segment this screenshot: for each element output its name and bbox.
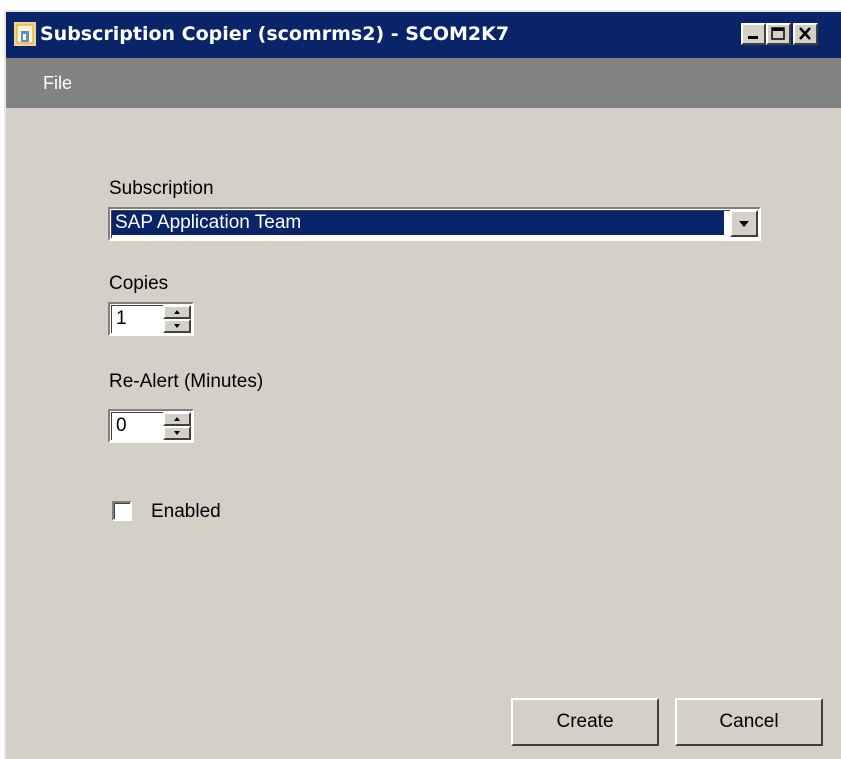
copies-label: Copies [109, 273, 169, 294]
dropdown-button[interactable] [730, 210, 758, 237]
minimize-button[interactable] [741, 23, 766, 45]
cancel-button[interactable]: Cancel [675, 698, 823, 746]
realert-decrement[interactable] [163, 426, 191, 440]
maximize-button[interactable] [766, 23, 791, 45]
subscription-label: Subscription [109, 178, 214, 199]
window-title: Subscription Copier (scomrms2) - SCOM2K7 [40, 23, 510, 45]
subscription-value: SAP Application Team [115, 212, 302, 233]
menu-file[interactable]: File [43, 72, 72, 94]
subscription-dropdown[interactable]: SAP Application Team [108, 207, 761, 241]
dropdown-selection: SAP Application Team [112, 211, 724, 235]
realert-value[interactable]: 0 [116, 415, 127, 437]
copies-stepper[interactable]: 1 [108, 302, 194, 336]
close-button[interactable] [793, 23, 818, 45]
copies-value[interactable]: 1 [116, 308, 127, 330]
menu-bar: File [6, 58, 841, 108]
checkbox-frame [114, 503, 130, 519]
enabled-label[interactable]: Enabled [151, 501, 221, 523]
realert-label: Re-Alert (Minutes) [109, 371, 264, 392]
realert-increment[interactable] [163, 412, 191, 426]
realert-stepper[interactable]: 0 [108, 409, 194, 443]
copies-decrement[interactable] [163, 319, 191, 333]
copies-increment[interactable] [163, 305, 191, 319]
create-button[interactable]: Create [511, 698, 659, 746]
title-bar[interactable]: Subscription Copier (scomrms2) - SCOM2K7 [6, 12, 841, 58]
app-window: Subscription Copier (scomrms2) - SCOM2K7… [4, 10, 841, 759]
app-icon [14, 22, 36, 46]
enabled-checkbox[interactable] [112, 501, 132, 521]
